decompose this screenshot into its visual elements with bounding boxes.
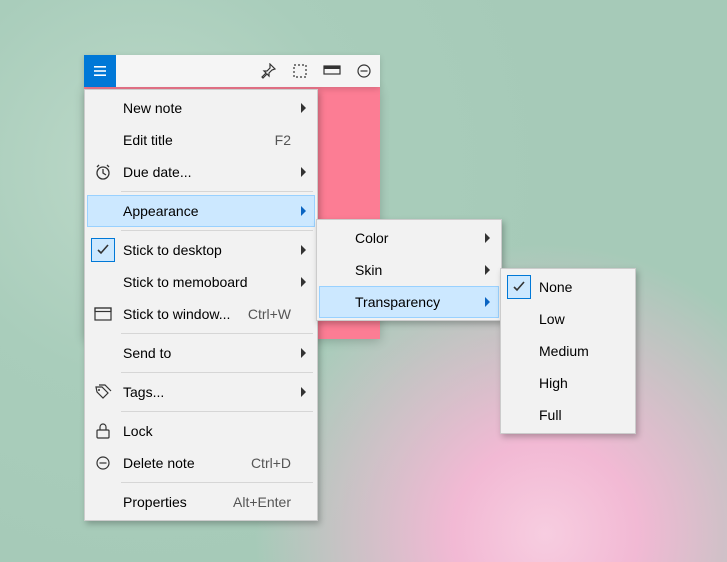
- menu-button[interactable]: [84, 55, 116, 87]
- hamburger-icon: [92, 63, 108, 79]
- menu-item-properties[interactable]: Properties Alt+Enter: [87, 486, 315, 518]
- menu-separator: [121, 333, 313, 334]
- menu-item-stick-desktop[interactable]: Stick to desktop: [87, 234, 315, 266]
- chevron-right-icon: [483, 233, 493, 243]
- blank-icon: [91, 128, 115, 152]
- menu-separator: [121, 191, 313, 192]
- blank-icon: [91, 199, 115, 223]
- chevron-right-icon: [299, 245, 309, 255]
- menu-item-label: High: [539, 375, 627, 391]
- blank-icon: [91, 341, 115, 365]
- alarm-icon: [91, 160, 115, 184]
- menu-item-label: None: [539, 279, 627, 295]
- blank-icon: [323, 258, 347, 282]
- blank-icon: [323, 226, 347, 250]
- submenu-item-transparency[interactable]: Transparency: [319, 286, 499, 318]
- menu-item-label: New note: [123, 100, 299, 116]
- chevron-right-icon: [299, 206, 309, 216]
- menu-item-accel: Ctrl+D: [251, 455, 291, 471]
- tags-icon: [91, 380, 115, 404]
- menu-item-appearance[interactable]: Appearance: [87, 195, 315, 227]
- menu-item-label: Skin: [355, 262, 483, 278]
- menu-item-label: Transparency: [355, 294, 483, 310]
- minimize-button[interactable]: [348, 55, 380, 87]
- menu-separator: [121, 372, 313, 373]
- transparency-medium[interactable]: Medium: [503, 335, 633, 367]
- menu-item-label: Properties: [123, 494, 217, 510]
- pin-icon: [260, 63, 276, 79]
- submenu-item-skin[interactable]: Skin: [319, 254, 499, 286]
- menu-item-label: Full: [539, 407, 627, 423]
- menu-item-label: Color: [355, 230, 483, 246]
- menu-separator: [121, 230, 313, 231]
- menu-item-label: Tags...: [123, 384, 299, 400]
- transparency-low[interactable]: Low: [503, 303, 633, 335]
- transparency-high[interactable]: High: [503, 367, 633, 399]
- selection-icon: [292, 63, 308, 79]
- submenu-transparency: None Low Medium High Full: [500, 268, 636, 434]
- chevron-right-icon: [299, 348, 309, 358]
- menu-item-label: Stick to memoboard: [123, 274, 299, 290]
- menu-separator: [121, 482, 313, 483]
- menu-item-label: Low: [539, 311, 627, 327]
- minus-circle-icon: [91, 451, 115, 475]
- blank-icon: [507, 371, 531, 395]
- blank-icon: [323, 290, 347, 314]
- menu-item-label: Appearance: [123, 203, 299, 219]
- window-toggle-button[interactable]: [316, 55, 348, 87]
- menu-item-stick-memoboard[interactable]: Stick to memoboard: [87, 266, 315, 298]
- menu-item-accel: Ctrl+W: [248, 306, 291, 322]
- menu-item-label: Stick to desktop: [123, 242, 299, 258]
- transparency-none[interactable]: None: [503, 271, 633, 303]
- menu-item-label: Lock: [123, 423, 299, 439]
- blank-icon: [507, 307, 531, 331]
- check-icon: [507, 275, 531, 299]
- menu-item-stick-window[interactable]: Stick to window... Ctrl+W: [87, 298, 315, 330]
- transparency-full[interactable]: Full: [503, 399, 633, 431]
- menu-item-due-date[interactable]: Due date...: [87, 156, 315, 188]
- menu-item-label: Stick to window...: [123, 306, 232, 322]
- context-menu: New note Edit title F2 Due date... Appea…: [84, 89, 318, 521]
- lock-icon: [91, 419, 115, 443]
- submenu-appearance: Color Skin Transparency: [316, 219, 502, 321]
- menu-item-label: Send to: [123, 345, 299, 361]
- chevron-right-icon: [483, 265, 493, 275]
- blank-icon: [91, 490, 115, 514]
- chevron-right-icon: [299, 387, 309, 397]
- blank-icon: [91, 270, 115, 294]
- window-icon: [323, 65, 341, 77]
- menu-item-accel: F2: [275, 132, 291, 148]
- menu-item-label: Edit title: [123, 132, 259, 148]
- pin-button[interactable]: [252, 55, 284, 87]
- menu-item-send-to[interactable]: Send to: [87, 337, 315, 369]
- menu-item-edit-title[interactable]: Edit title F2: [87, 124, 315, 156]
- minimize-circle-icon: [356, 63, 372, 79]
- check-icon: [91, 238, 115, 262]
- menu-item-delete[interactable]: Delete note Ctrl+D: [87, 447, 315, 479]
- blank-icon: [507, 403, 531, 427]
- blank-icon: [507, 339, 531, 363]
- selection-button[interactable]: [284, 55, 316, 87]
- menu-item-label: Medium: [539, 343, 627, 359]
- menu-item-tags[interactable]: Tags...: [87, 376, 315, 408]
- chevron-right-icon: [299, 277, 309, 287]
- chevron-right-icon: [483, 297, 493, 307]
- menu-item-label: Delete note: [123, 455, 235, 471]
- window-icon: [91, 302, 115, 326]
- menu-item-lock[interactable]: Lock: [87, 415, 315, 447]
- menu-separator: [121, 411, 313, 412]
- menu-item-accel: Alt+Enter: [233, 494, 291, 510]
- note-toolbar: [84, 55, 380, 87]
- menu-item-label: Due date...: [123, 164, 299, 180]
- submenu-item-color[interactable]: Color: [319, 222, 499, 254]
- menu-item-new-note[interactable]: New note: [87, 92, 315, 124]
- chevron-right-icon: [299, 103, 309, 113]
- blank-icon: [91, 96, 115, 120]
- chevron-right-icon: [299, 167, 309, 177]
